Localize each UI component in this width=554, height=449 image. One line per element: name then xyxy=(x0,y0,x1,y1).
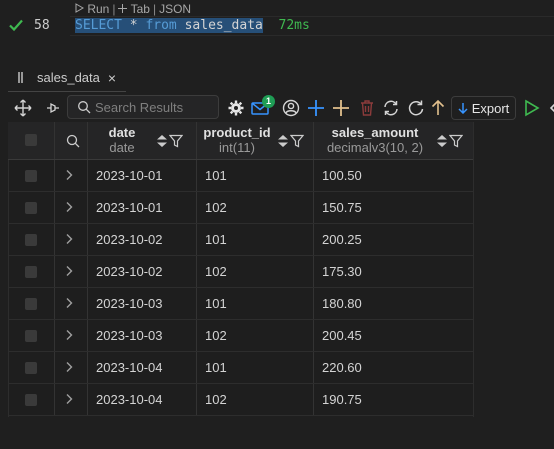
table-row[interactable]: 2023-10-01 101 100.50 xyxy=(8,160,474,192)
cell-date[interactable]: 2023-10-03 xyxy=(96,320,163,351)
cell-sales-amount[interactable]: 175.30 xyxy=(322,256,362,287)
results-tabbar: sales_data × xyxy=(0,64,554,92)
row-checkbox[interactable] xyxy=(25,266,37,278)
plus-icon xyxy=(118,4,128,13)
cell-product-id[interactable]: 102 xyxy=(205,320,227,351)
codelens-bar: Run | Tab | JSON xyxy=(75,1,191,17)
cell-product-id[interactable]: 101 xyxy=(205,160,227,191)
cell-date[interactable]: 2023-10-01 xyxy=(96,192,163,223)
sql-statement[interactable]: SELECT * from sales_data 72ms xyxy=(75,17,310,35)
table-row[interactable]: 2023-10-03 102 200.45 xyxy=(8,320,474,352)
search-icon[interactable] xyxy=(66,134,80,148)
column-header-product-id[interactable]: product_id int(11) xyxy=(197,122,313,159)
gear-icon[interactable] xyxy=(226,98,246,118)
row-checkbox[interactable] xyxy=(25,298,37,310)
chevron-right-icon[interactable] xyxy=(65,169,73,181)
table-row[interactable]: 2023-10-02 102 175.30 xyxy=(8,256,474,288)
row-checkbox[interactable] xyxy=(25,202,37,214)
success-check-icon xyxy=(9,19,23,32)
cell-date[interactable]: 2023-10-02 xyxy=(96,256,163,287)
user-icon[interactable] xyxy=(281,98,301,118)
cell-sales-amount[interactable]: 180.80 xyxy=(322,288,362,319)
sync-icon[interactable] xyxy=(381,98,401,118)
select-all-checkbox[interactable] xyxy=(25,134,37,146)
query-timing: 72ms xyxy=(278,18,310,33)
filter-icon[interactable] xyxy=(169,134,183,148)
run-codelens[interactable]: Run xyxy=(75,1,109,17)
chevron-left-icon[interactable] xyxy=(543,98,554,118)
notification-badge: 1 xyxy=(262,95,275,108)
cell-date[interactable]: 2023-10-03 xyxy=(96,288,163,319)
grid-header: date date product_id int(11) sales_amoun… xyxy=(8,122,474,160)
cell-date[interactable]: 2023-10-04 xyxy=(96,352,163,383)
cell-product-id[interactable]: 102 xyxy=(205,192,227,223)
sort-icon[interactable] xyxy=(156,134,168,148)
table-row[interactable]: 2023-10-02 101 200.25 xyxy=(8,224,474,256)
cell-sales-amount[interactable]: 190.75 xyxy=(322,384,362,415)
move-icon[interactable] xyxy=(13,98,33,118)
table-row[interactable]: 2023-10-04 102 190.75 xyxy=(8,384,474,416)
row-checkbox[interactable] xyxy=(25,394,37,406)
cell-date[interactable]: 2023-10-02 xyxy=(96,224,163,255)
line-number: 58 xyxy=(34,18,50,33)
cell-date[interactable]: 2023-10-04 xyxy=(96,384,163,415)
cell-product-id[interactable]: 101 xyxy=(205,224,227,255)
arrow-up-icon[interactable] xyxy=(428,98,448,118)
cell-sales-amount[interactable]: 200.45 xyxy=(322,320,362,351)
tab-label: sales_data xyxy=(37,70,100,85)
chevron-right-icon[interactable] xyxy=(65,329,73,341)
table-row[interactable]: 2023-10-04 101 220.60 xyxy=(8,352,474,384)
cell-date[interactable]: 2023-10-01 xyxy=(96,160,163,191)
cell-sales-amount[interactable]: 100.50 xyxy=(322,160,362,191)
search-input[interactable] xyxy=(91,99,215,115)
row-checkbox[interactable] xyxy=(25,362,37,374)
row-checkbox[interactable] xyxy=(25,234,37,246)
add-row-icon[interactable] xyxy=(306,98,326,118)
close-icon[interactable]: × xyxy=(108,70,116,86)
add-column-icon[interactable] xyxy=(331,98,351,118)
chevron-right-icon[interactable] xyxy=(65,265,73,277)
cell-sales-amount[interactable]: 150.75 xyxy=(322,192,362,223)
json-codelens[interactable]: JSON xyxy=(159,1,191,17)
arrow-down-icon xyxy=(458,103,468,114)
chevron-right-icon[interactable] xyxy=(65,233,73,245)
table-row[interactable]: 2023-10-03 101 180.80 xyxy=(8,288,474,320)
chevron-right-icon[interactable] xyxy=(65,393,73,405)
column-header-sales-amount[interactable]: sales_amount decimalv3(10, 2) xyxy=(314,122,474,159)
cell-product-id[interactable]: 101 xyxy=(205,288,227,319)
play-icon xyxy=(75,3,85,13)
table-row[interactable]: 2023-10-01 102 150.75 xyxy=(8,192,474,224)
filter-icon[interactable] xyxy=(449,134,463,148)
column-header-date[interactable]: date date xyxy=(88,122,196,159)
sort-icon[interactable] xyxy=(436,134,448,148)
export-button[interactable]: Export xyxy=(451,96,516,120)
cell-product-id[interactable]: 102 xyxy=(205,256,227,287)
search-box[interactable] xyxy=(67,95,219,119)
tab-codelens[interactable]: Tab xyxy=(118,1,150,17)
cell-sales-amount[interactable]: 220.60 xyxy=(322,352,362,383)
table-icon xyxy=(18,72,23,83)
refresh-icon[interactable] xyxy=(406,98,426,118)
tab-sales-data[interactable]: sales_data × xyxy=(8,64,126,92)
cell-product-id[interactable]: 102 xyxy=(205,384,227,415)
pin-icon[interactable] xyxy=(43,98,63,118)
chevron-right-icon[interactable] xyxy=(65,361,73,373)
filter-icon[interactable] xyxy=(290,134,304,148)
cell-sales-amount[interactable]: 200.25 xyxy=(322,224,362,255)
search-icon xyxy=(78,101,91,114)
row-checkbox[interactable] xyxy=(25,330,37,342)
row-checkbox[interactable] xyxy=(25,170,37,182)
run-icon[interactable] xyxy=(522,98,542,118)
delete-icon[interactable] xyxy=(357,98,377,118)
chevron-right-icon[interactable] xyxy=(65,297,73,309)
chevron-right-icon[interactable] xyxy=(65,201,73,213)
sort-icon[interactable] xyxy=(277,134,289,148)
cell-product-id[interactable]: 101 xyxy=(205,352,227,383)
results-toolbar: 1 Export xyxy=(0,93,554,123)
